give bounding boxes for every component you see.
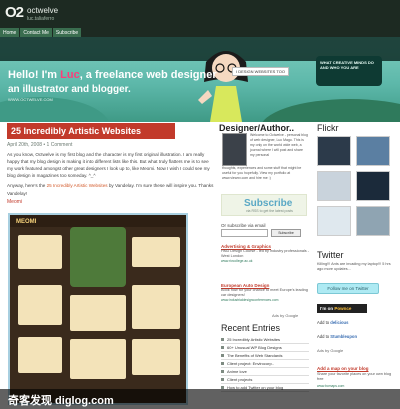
- post-link[interactable]: 25 Incredibly Artistic Websites: [47, 183, 108, 188]
- subscribe-label[interactable]: Subscribe: [244, 198, 292, 209]
- meomi-link[interactable]: Meomi: [7, 199, 214, 205]
- screenshot-card: [70, 295, 126, 331]
- screenshot-card: [18, 235, 62, 269]
- ad-block-2: European Auto Design Book now for your c…: [221, 283, 309, 302]
- para2-text: Anyway, here's the: [7, 183, 47, 189]
- hero-name: Luc: [60, 69, 80, 81]
- main-content: 25 Incredibly Artistic Websites April 20…: [7, 123, 214, 205]
- screenshot-card: [132, 339, 180, 375]
- about-title: Designer/Author..: [219, 123, 295, 133]
- add-to-delicious[interactable]: Add to delicious: [317, 320, 348, 325]
- list-item[interactable]: The Benefits of Web Standards: [221, 352, 309, 360]
- nav-contact[interactable]: Contact Me: [20, 28, 53, 37]
- add-to-stumbleupon[interactable]: Add to Stumbleupon: [317, 334, 357, 339]
- map-ad-body: Share your favorite places on your own b…: [317, 372, 392, 382]
- site-logo[interactable]: O2 octwelve luc.taliaferro: [5, 4, 75, 26]
- flickr-photo[interactable]: [356, 206, 390, 236]
- map-ad-title[interactable]: Add a map on your blog: [317, 366, 369, 371]
- hill-shape: [260, 99, 400, 122]
- ads-by-google[interactable]: Ads by Google: [272, 313, 298, 318]
- avatar: [222, 133, 247, 166]
- twitter-title: Twitter: [317, 250, 344, 260]
- about-text-2: thoughts, experiences and some stuff tha…: [222, 166, 302, 181]
- recent-entries-list: 25 Incredibly Artistic Websites 60+ Unus…: [221, 336, 309, 392]
- hero-suffix: , a freelance web designer: [79, 69, 217, 81]
- post-paragraph-2: Anyway, here's the 25 Incredibly Artisti…: [7, 182, 214, 196]
- addto-prefix: Add to: [317, 320, 331, 325]
- list-item[interactable]: Client project: Envirocorp..: [221, 360, 309, 368]
- about-text: Welcome to Octwelve - personal blog of w…: [250, 133, 308, 158]
- addto-service: delicious: [330, 320, 349, 325]
- flickr-photo[interactable]: [356, 171, 390, 201]
- nav-subscribe[interactable]: Subscribe: [52, 28, 83, 37]
- ad-url[interactable]: www.industrialdesignconferences.com: [221, 298, 309, 302]
- character-illustration: [198, 51, 248, 122]
- flickr-photo[interactable]: [317, 136, 351, 166]
- main-nav: Home Contact Me Subscribe: [0, 28, 83, 37]
- list-item[interactable]: Anime love: [221, 368, 309, 376]
- list-item[interactable]: Client projects: [221, 376, 309, 384]
- screenshot-art: [70, 227, 126, 287]
- ad-body: Book now for your chance to meet Europe'…: [221, 288, 308, 298]
- tweet-text: Killing!!! Ants are invading my laptop!!…: [317, 262, 391, 272]
- hero-headline: Hello! I'm Luc, a freelance web designer: [8, 69, 217, 81]
- screenshot-card: [132, 285, 180, 329]
- post-paragraph: As you know, Octwelve is my first blog a…: [7, 152, 210, 179]
- flickr-photo[interactable]: [317, 171, 351, 201]
- header-url: WWW.OCTWELVE.COM: [8, 97, 53, 102]
- email-subscribe-button[interactable]: Subscribe: [271, 229, 301, 237]
- map-ad-url[interactable]: www.bcmaps.com: [317, 384, 344, 388]
- email-label: Or subscribe via email: [221, 223, 266, 228]
- ad-block-1: Advertising & Graphics HND Design Course…: [221, 244, 309, 263]
- logo-name: octwelve: [27, 6, 59, 15]
- post-meta: April 20th, 2008 • 1 Comment: [7, 142, 73, 148]
- logo-subtitle: luc.taliaferro: [27, 16, 55, 22]
- screenshot-topbar: [10, 215, 186, 227]
- recent-entries-title: Recent Entries: [221, 323, 281, 333]
- ad-body: HND Design Course - led by industry prof…: [221, 249, 309, 259]
- hero-line2: an illustrator and blogger.: [8, 84, 131, 95]
- list-item[interactable]: 60+ Unusual WP Blog Designs: [221, 344, 309, 352]
- screenshot-card: [18, 285, 62, 325]
- follow-twitter-button[interactable]: Follow me on Twitter: [317, 283, 379, 294]
- logo-mark: O2: [5, 4, 24, 21]
- subscribe-caption: via RSS to get the latest posts: [246, 209, 293, 213]
- watermark-text: 奇客发现 diglog.com: [8, 395, 114, 407]
- ad-url[interactable]: www.rivcollege.ac.uk: [221, 259, 309, 263]
- pownce-prefix: I'm on: [320, 306, 335, 311]
- email-field[interactable]: [221, 229, 268, 237]
- sticky-note: I DESIGN WEBSITES TOO: [232, 67, 289, 76]
- addto-prefix: Add to: [317, 334, 331, 339]
- flickr-title: Flickr: [317, 123, 339, 133]
- hero-prefix: Hello! I'm: [8, 69, 61, 81]
- addto-service: Stumbleupon: [330, 334, 358, 339]
- screenshot-logo: MEOMI: [16, 219, 37, 225]
- header-bubble: WHAT CREATIVE MINDS DO AND WHO YOU ARE: [316, 56, 382, 86]
- about-section: Designer/Author..: [219, 123, 309, 133]
- meomi-screenshot[interactable]: MEOMI: [8, 213, 188, 405]
- list-item[interactable]: 25 Incredibly Artistic Websites: [221, 336, 309, 344]
- pownce-name: Pownce: [334, 306, 352, 311]
- screenshot-card: [18, 337, 62, 373]
- post-title[interactable]: 25 Incredibly Artistic Websites: [7, 123, 175, 139]
- ads-by-google-2[interactable]: Ads by Google: [317, 348, 343, 353]
- flickr-photo[interactable]: [356, 136, 390, 166]
- nav-home[interactable]: Home: [0, 28, 21, 37]
- screenshot-card: [70, 339, 126, 379]
- screenshot-card: [132, 237, 180, 267]
- flickr-photo[interactable]: [317, 206, 351, 236]
- hero-subline: an illustrator and blogger.: [8, 84, 131, 95]
- pownce-badge[interactable]: I'm on Pownce: [317, 304, 367, 313]
- watermark-bar: 奇客发现 diglog.com: [0, 389, 400, 409]
- top-bar: O2 octwelve luc.taliaferro Home Contact …: [0, 0, 400, 37]
